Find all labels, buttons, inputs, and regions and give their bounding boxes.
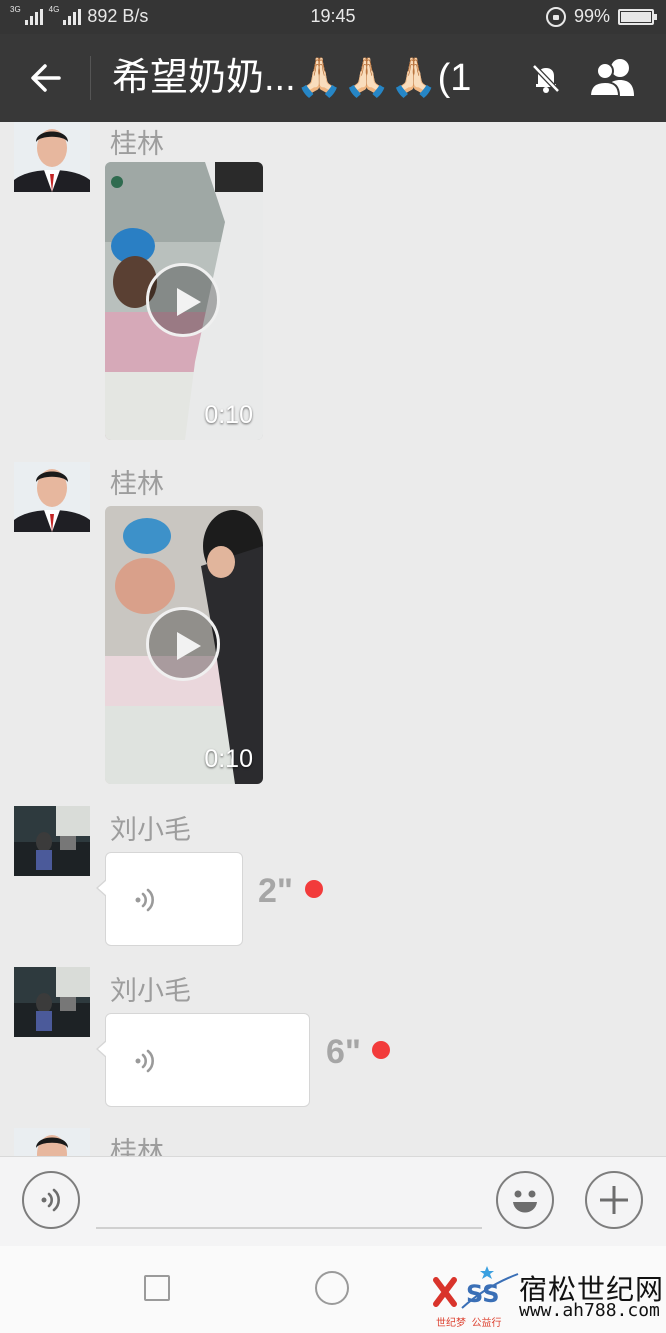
voice-waves-icon [135,888,154,912]
message-input[interactable] [96,1227,482,1229]
play-icon[interactable] [146,263,220,337]
rotation-lock-icon [545,6,566,27]
emoji-icon [513,1190,537,1213]
sender-name: 桂林 [110,1137,164,1156]
voice-duration: 6" [326,1033,362,1071]
chat-header: 希望奶奶...🙏🏻🙏🏻🙏🏻(1 [0,34,666,122]
sender-name: 刘小毛 [110,976,191,1006]
video-duration: 0:10 [204,745,253,773]
system-nav-bar: SS 世纪梦 公益行 宿松世纪网 www.ah788.com [0,1246,666,1333]
watermark-url: www.ah788.com [519,1300,660,1321]
play-icon[interactable] [146,607,220,681]
unread-dot [372,1041,390,1059]
voice-duration: 2" [258,872,294,910]
sender-name: 桂林 [110,469,164,499]
watermark-tagline: 世纪梦 公益行 [436,1318,502,1329]
bell-off-icon [528,60,564,96]
message-list[interactable]: 桂林 0:10 桂林 0:10 刘小毛 2" 刘小毛 6" 桂林 [0,122,666,1156]
battery-icon [618,8,657,25]
sender-name: 刘小毛 [110,815,191,845]
status-bar: 3G 4G 892 B/s 19:45 99% [0,0,666,34]
arrow-left-icon [31,64,61,92]
video-message[interactable]: 0:10 [105,162,263,440]
message-item: 桂林 [0,1128,666,1156]
video-duration: 0:10 [204,401,253,429]
header-divider [90,56,91,100]
unread-dot [305,880,323,898]
message-item: 刘小毛 2" [0,806,666,946]
plus-icon [600,1186,628,1214]
avatar[interactable] [14,122,90,192]
recents-button[interactable] [144,1275,170,1301]
chat-title: 希望奶奶...🙏🏻🙏🏻🙏🏻(1 [112,57,472,99]
avatar[interactable] [14,1128,90,1156]
voice-waves-icon [135,1049,154,1073]
home-button[interactable] [315,1271,349,1305]
video-message[interactable]: 0:10 [105,506,263,784]
input-bar [0,1156,666,1246]
battery-percent: 99% [573,6,610,26]
group-members-icon [588,59,634,97]
group-members-button[interactable] [586,56,642,100]
back-button[interactable] [22,54,70,102]
message-item: 桂林 0:10 [0,462,666,792]
emoji-button[interactable] [496,1171,554,1229]
avatar[interactable] [14,806,90,876]
message-item: 桂林 0:10 [0,122,666,452]
voice-input-button[interactable] [22,1171,80,1229]
avatar[interactable] [14,462,90,532]
more-button[interactable] [585,1171,643,1229]
voice-input-icon [41,1188,60,1212]
battery-level [621,11,651,22]
sender-name: 桂林 [110,129,164,159]
status-right: 99% [545,6,657,27]
avatar[interactable] [14,967,90,1037]
voice-message[interactable] [96,1013,310,1107]
message-item: 刘小毛 6" [0,967,666,1107]
voice-message[interactable] [96,852,243,946]
